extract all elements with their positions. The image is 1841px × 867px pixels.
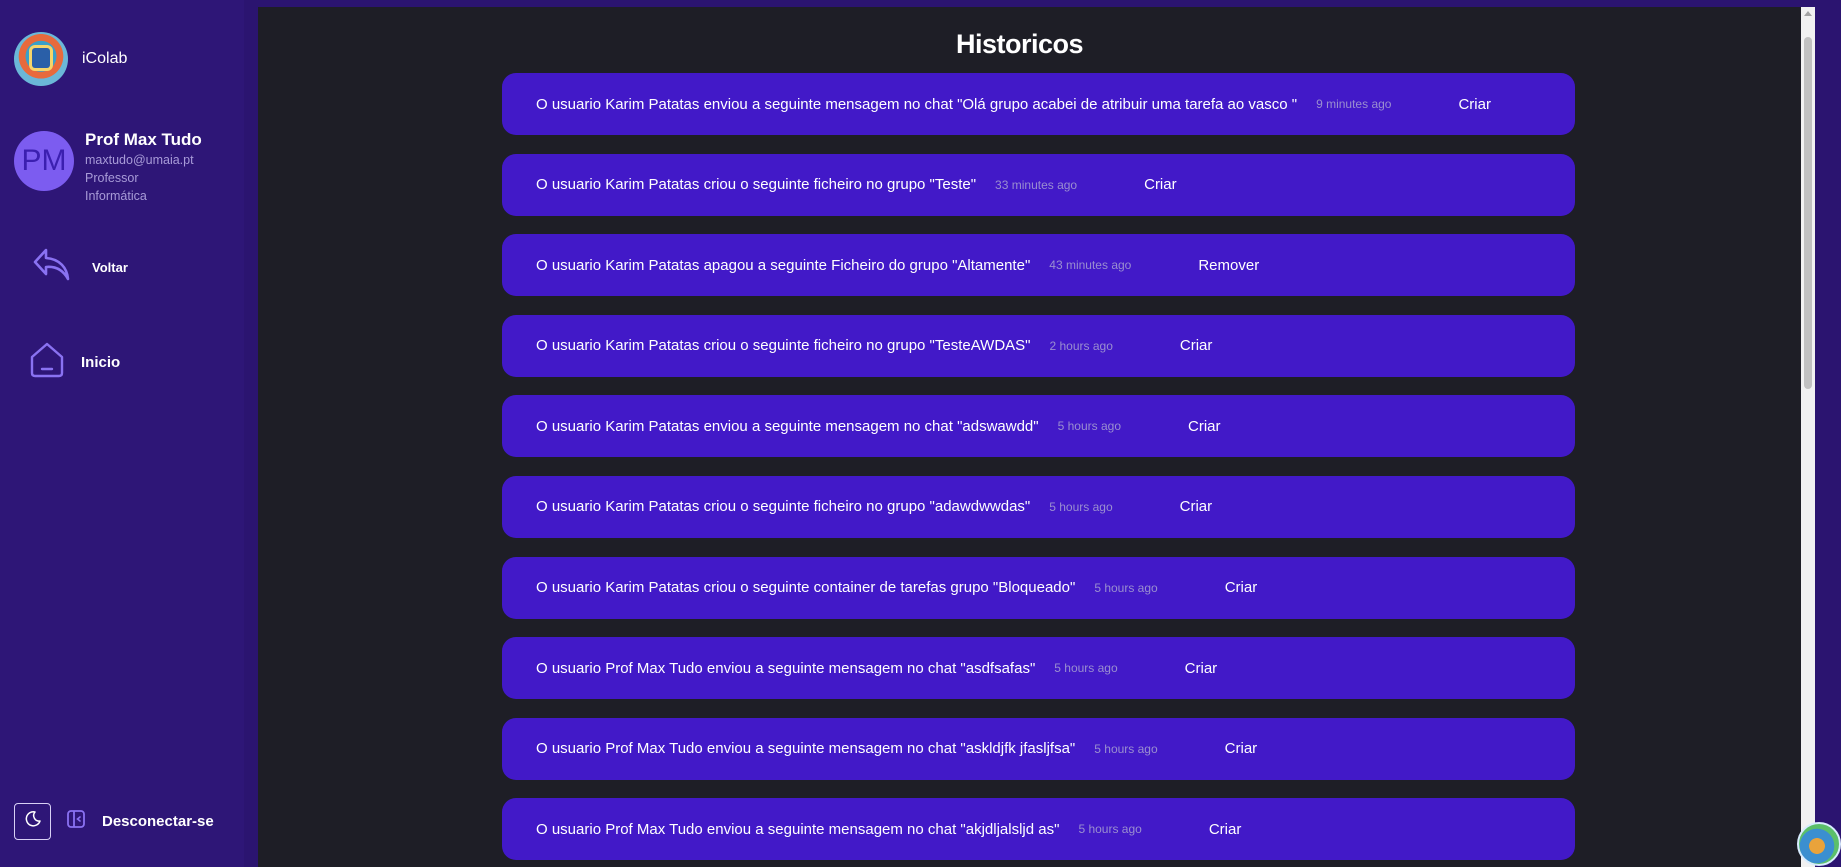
history-action: Criar [1224,740,1258,758]
history-item[interactable]: O usuario Prof Max Tudo enviou a seguint… [502,798,1575,861]
history-message: O usuario Karim Patatas criou o seguinte… [536,579,1076,597]
profile-card: PM Prof Max Tudo maxtudo@umaia.pt Profes… [14,130,202,205]
history-message: O usuario Karim Patatas apagou a seguint… [536,256,1031,274]
profile-role: Professor [85,171,139,185]
logout-label: Desconectar-se [102,813,214,830]
nav-home[interactable]: Inicio [29,341,120,384]
scroll-up-icon[interactable] [1804,11,1812,16]
app-name: iColab [82,50,128,67]
moon-icon [24,810,42,833]
page-title: Historicos [955,29,1084,59]
history-item[interactable]: O usuario Karim Patatas criou o seguinte… [502,556,1575,619]
history-time: 5 hours ago [1057,419,1121,434]
history-message: O usuario Prof Max Tudo enviou a seguint… [536,820,1060,838]
history-time: 33 minutes ago [995,177,1078,192]
avatar: PM [14,131,74,191]
profile-email: maxtudo@umaia.pt [85,153,194,167]
history-time: 5 hours ago [1078,822,1142,837]
history-action: Criar [1208,820,1242,838]
nav-back-label: Voltar [92,260,128,275]
history-item[interactable]: O usuario Karim Patatas criou o seguinte… [502,314,1575,377]
history-message: O usuario Prof Max Tudo enviou a seguint… [536,740,1076,758]
history-time: 5 hours ago [1054,661,1118,676]
profile-department: Informática [85,189,147,203]
history-time: 5 hours ago [1049,499,1113,514]
history-list: O usuario Karim Patatas enviou a seguint… [502,73,1575,867]
history-item[interactable]: O usuario Karim Patatas enviou a seguint… [502,395,1575,458]
history-item[interactable]: O usuario Prof Max Tudo enviou a seguint… [502,637,1575,700]
logout-icon [65,808,87,835]
history-action: Criar [1144,176,1177,194]
history-action: Criar [1224,579,1258,597]
sidebar: iColab PM Prof Max Tudo maxtudo@umaia.pt… [0,0,244,867]
history-action: Criar [1179,498,1213,516]
history-item[interactable]: O usuario Karim Patatas apagou a seguint… [502,234,1575,297]
history-message: O usuario Karim Patatas criou o seguinte… [536,176,977,194]
logout-button[interactable]: Desconectar-se [65,808,214,835]
scrollbar[interactable] [1801,7,1815,867]
app-logo [14,32,68,86]
history-time: 43 minutes ago [1049,258,1132,273]
history-action: Criar [1188,417,1221,435]
history-action: Criar [1179,337,1213,355]
history-item[interactable]: O usuario Karim Patatas criou o seguinte… [502,475,1575,538]
home-icon [29,341,65,384]
history-time: 5 hours ago [1094,741,1158,756]
history-action: Remover [1198,256,1260,274]
main-panel: Historicos O usuario Karim Patatas envio… [258,7,1815,867]
history-item[interactable]: O usuario Prof Max Tudo enviou a seguint… [502,717,1575,780]
history-message: O usuario Karim Patatas criou o seguinte… [536,337,1031,355]
history-item[interactable]: O usuario Karim Patatas criou o seguinte… [502,153,1575,216]
assistant-avatar[interactable] [1797,822,1841,866]
brand[interactable]: iColab [14,32,127,86]
history-time: 5 hours ago [1094,580,1158,595]
scrollbar-thumb[interactable] [1804,37,1812,389]
history-message: O usuario Karim Patatas criou o seguinte… [536,498,1031,516]
history-action: Criar [1458,95,1491,113]
history-time: 2 hours ago [1049,338,1113,353]
back-arrow-icon [32,246,72,289]
history-time: 9 minutes ago [1316,97,1392,111]
history-message: O usuario Prof Max Tudo enviou a seguint… [536,659,1036,677]
history-message: O usuario Karim Patatas enviou a seguint… [536,95,1298,113]
history-action: Criar [1184,659,1218,677]
theme-toggle-button[interactable] [14,803,51,840]
nav-home-label: Inicio [81,354,121,371]
history-message: O usuario Karim Patatas enviou a seguint… [536,417,1039,435]
history-item[interactable]: O usuario Karim Patatas enviou a seguint… [502,73,1575,135]
profile-name: Prof Max Tudo [85,130,202,149]
nav-back[interactable]: Voltar [32,246,128,289]
